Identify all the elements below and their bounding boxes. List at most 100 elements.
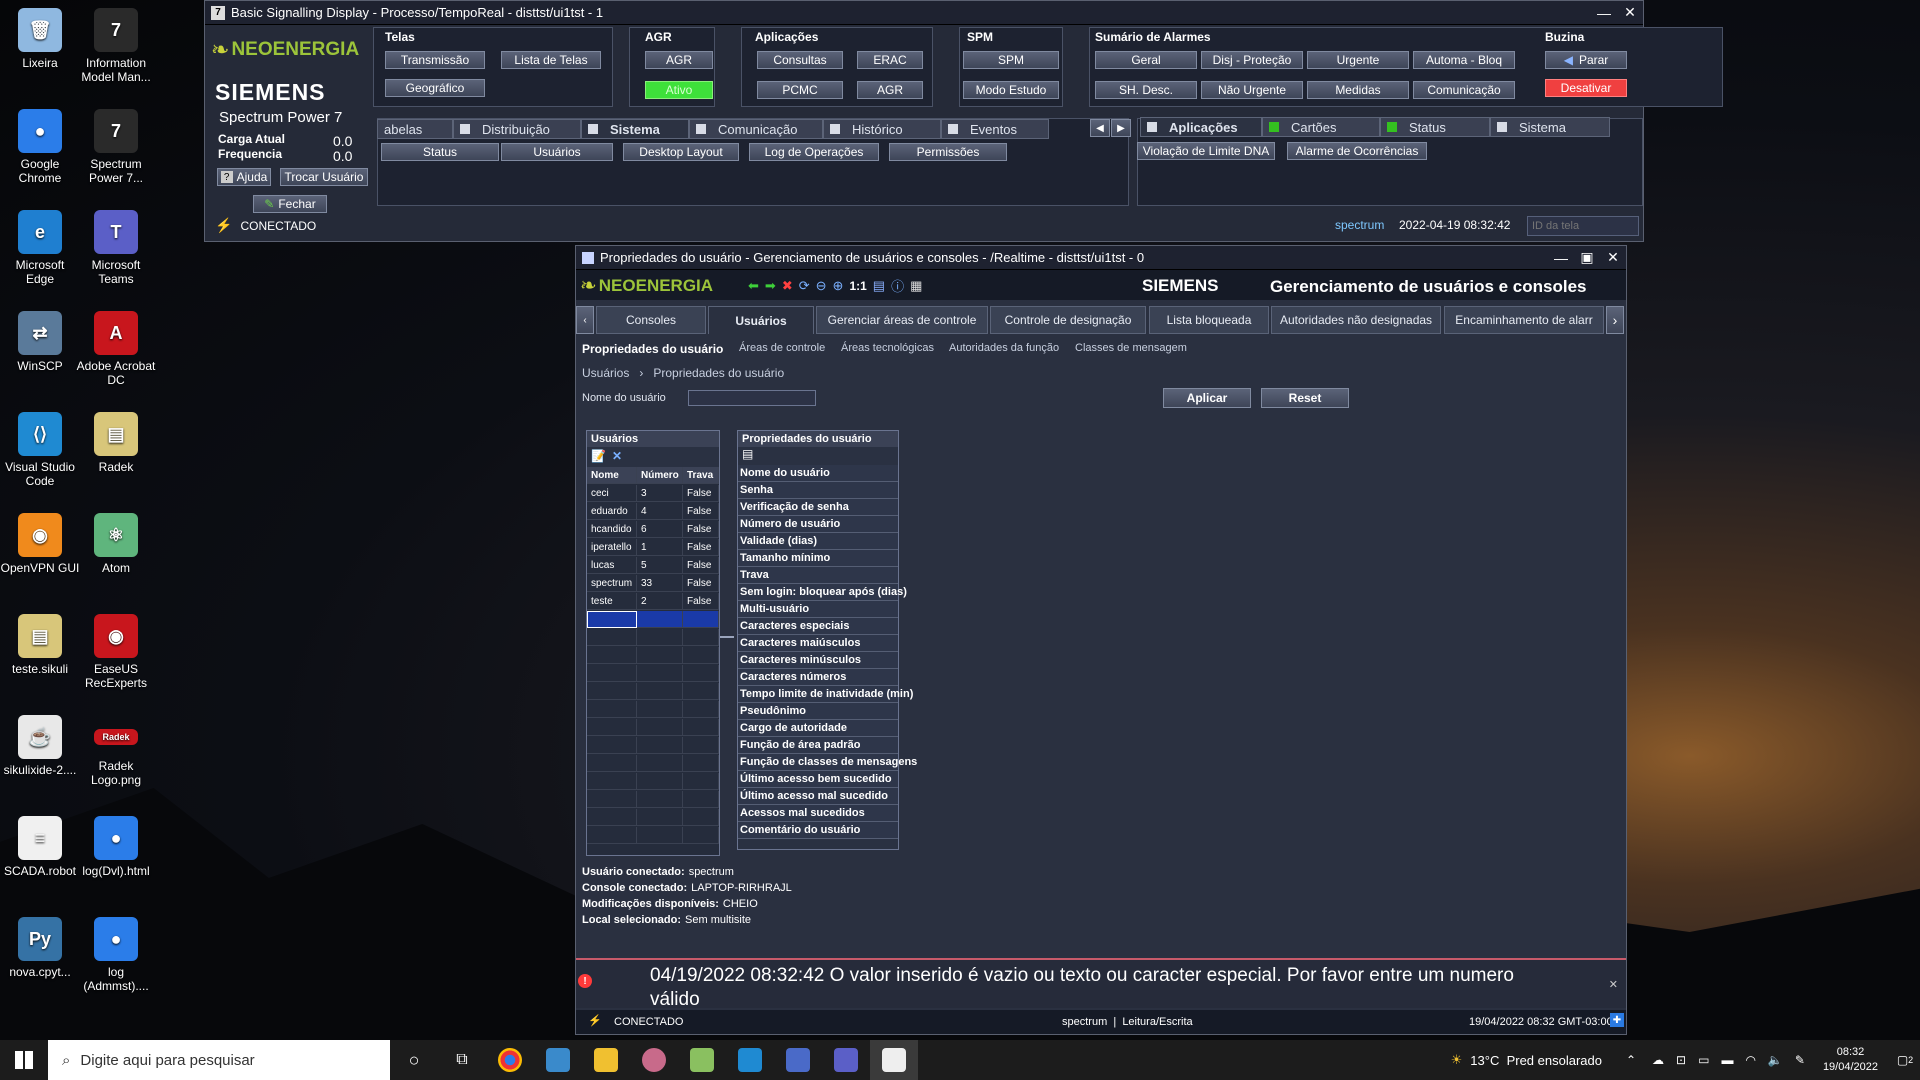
tabs-scroll-right[interactable]: ›: [1606, 306, 1624, 334]
table-cell[interactable]: 1: [637, 539, 683, 556]
disj-button[interactable]: Disj - Proteção: [1201, 51, 1303, 69]
new-user-icon[interactable]: 📝: [591, 449, 606, 463]
table-cell[interactable]: lucas: [587, 557, 637, 574]
desktop-icon[interactable]: A Adobe Acrobat DC: [76, 311, 156, 387]
property-row[interactable]: Último acesso mal sucedido: [738, 788, 898, 805]
stop-icon[interactable]: ✖: [782, 278, 793, 294]
property-row[interactable]: Função de área padrão: [738, 737, 898, 754]
nao-urgente-button[interactable]: Não Urgente: [1201, 81, 1303, 99]
property-row[interactable]: Último acesso bem sucedido: [738, 771, 898, 788]
comunicacao-button[interactable]: Comunicação: [1413, 81, 1515, 99]
property-row[interactable]: Nome do usuário: [738, 465, 898, 482]
table-cell[interactable]: False: [683, 539, 719, 556]
parar-button[interactable]: ◀ Parar: [1545, 51, 1627, 69]
subtab-0[interactable]: Propriedades do usuário: [582, 342, 723, 356]
screen-id-input[interactable]: [1527, 216, 1639, 236]
apply-button[interactable]: Aplicar: [1163, 388, 1251, 408]
desativar-button[interactable]: Desativar: [1545, 79, 1627, 97]
switch-user-button[interactable]: Trocar Usuário: [280, 168, 368, 186]
empty-cell[interactable]: [587, 827, 637, 844]
display-icon[interactable]: ▭: [1698, 1053, 1709, 1067]
taskbar-chrome-icon[interactable]: [486, 1040, 534, 1080]
help-button[interactable]: ? Ajuda: [217, 168, 271, 186]
empty-cell[interactable]: [587, 629, 637, 646]
battery-icon[interactable]: ▬: [1721, 1053, 1733, 1067]
tab-1[interactable]: Usuários: [708, 306, 814, 334]
empty-cell[interactable]: [587, 683, 637, 700]
close-button[interactable]: ✎ Fechar: [253, 195, 327, 213]
doc-icon[interactable]: ▤: [873, 278, 885, 294]
taskbar-teams-icon[interactable]: [822, 1040, 870, 1080]
show-hidden-icon[interactable]: ⌃: [1626, 1053, 1636, 1067]
empty-cell[interactable]: [587, 791, 637, 808]
desktop-icon[interactable]: ⟨⟩ Visual Studio Code: [0, 412, 80, 488]
info-icon[interactable]: ⓘ: [891, 276, 904, 295]
table-cell[interactable]: iperatello: [587, 539, 637, 556]
subtab-button[interactable]: Log de Operações: [749, 143, 879, 161]
desktop-icon[interactable]: ◉ EaseUS RecExperts: [76, 614, 156, 690]
subtab-button[interactable]: Usuários: [501, 143, 613, 161]
tab-abelas[interactable]: abelas: [377, 119, 453, 139]
taskbar-app-icon[interactable]: [534, 1040, 582, 1080]
table-cell[interactable]: False: [683, 485, 719, 502]
taskbar-vscode-icon[interactable]: [726, 1040, 774, 1080]
table-cell[interactable]: False: [683, 503, 719, 520]
empty-cell[interactable]: [637, 809, 683, 826]
consultas-button[interactable]: Consultas: [757, 51, 843, 69]
empty-cell[interactable]: [683, 629, 719, 646]
close-icon[interactable]: ✕: [1600, 246, 1626, 270]
table-cell[interactable]: 33: [637, 575, 683, 592]
property-row[interactable]: Pseudônimo: [738, 703, 898, 720]
empty-cell[interactable]: [637, 737, 683, 754]
table-cell[interactable]: spectrum: [587, 575, 637, 592]
splitter[interactable]: [720, 636, 734, 638]
right-tab[interactable]: Aplicações: [1140, 117, 1262, 137]
property-row[interactable]: Comentário do usuário: [738, 822, 898, 839]
subtab-button[interactable]: Desktop Layout: [623, 143, 739, 161]
search-box[interactable]: ⌕ Digite aqui para pesquisar: [48, 1040, 390, 1080]
users-column-header[interactable]: Nome: [587, 467, 637, 484]
subtab-2[interactable]: Áreas tecnológicas: [841, 342, 934, 354]
property-row[interactable]: Acessos mal sucedidos: [738, 805, 898, 822]
refresh-icon[interactable]: ⟳: [799, 278, 810, 294]
subtab-1[interactable]: Áreas de controle: [739, 342, 825, 354]
start-button[interactable]: [0, 1040, 48, 1080]
tab-histórico[interactable]: Histórico: [823, 119, 941, 139]
empty-cell[interactable]: [637, 629, 683, 646]
right-tab[interactable]: Sistema: [1490, 117, 1610, 137]
sh-desc-button[interactable]: SH. Desc.: [1095, 81, 1197, 99]
property-row[interactable]: Caracteres minúsculos: [738, 652, 898, 669]
pen-icon[interactable]: ✎: [1795, 1053, 1805, 1067]
taskbar-explorer-icon[interactable]: [582, 1040, 630, 1080]
users-column-header[interactable]: Trava: [683, 467, 719, 484]
back-icon[interactable]: ⬅: [748, 278, 759, 294]
empty-cell[interactable]: [683, 665, 719, 682]
empty-cell[interactable]: [637, 755, 683, 772]
desktop-icon[interactable]: ● log(Dvl).html: [76, 816, 156, 878]
empty-cell[interactable]: [683, 755, 719, 772]
tab-distribuição[interactable]: Distribuição: [453, 119, 581, 139]
volume-icon[interactable]: 🔈: [1768, 1053, 1783, 1067]
modo-estudo-button[interactable]: Modo Estudo: [963, 81, 1059, 99]
empty-cell[interactable]: [587, 701, 637, 718]
dismiss-icon[interactable]: ✕: [1609, 978, 1618, 991]
tabs-scroll-left[interactable]: ‹: [576, 306, 594, 334]
minimize-icon[interactable]: —: [1548, 246, 1574, 270]
task-view-icon[interactable]: ⧉: [438, 1040, 486, 1080]
tab-5[interactable]: Autoridades não designadas: [1271, 306, 1441, 334]
empty-cell[interactable]: [683, 701, 719, 718]
tab-3[interactable]: Controle de designação: [990, 306, 1146, 334]
agr-button[interactable]: AGR: [645, 51, 713, 69]
empty-cell[interactable]: [587, 737, 637, 754]
agr2-button[interactable]: AGR: [857, 81, 923, 99]
zoom-out-icon[interactable]: ⊖: [816, 278, 827, 294]
property-row[interactable]: Validade (dias): [738, 533, 898, 550]
property-row[interactable]: Caracteres especiais: [738, 618, 898, 635]
export-icon[interactable]: ▦: [910, 278, 922, 294]
property-row[interactable]: Tempo limite de inatividade (min): [738, 686, 913, 703]
empty-cell[interactable]: [587, 647, 637, 664]
zoom-in-icon[interactable]: ⊕: [833, 278, 844, 294]
right-subtab-button[interactable]: Alarme de Ocorrências: [1287, 142, 1427, 160]
empty-cell[interactable]: [683, 611, 719, 628]
table-cell[interactable]: eduardo: [587, 503, 637, 520]
